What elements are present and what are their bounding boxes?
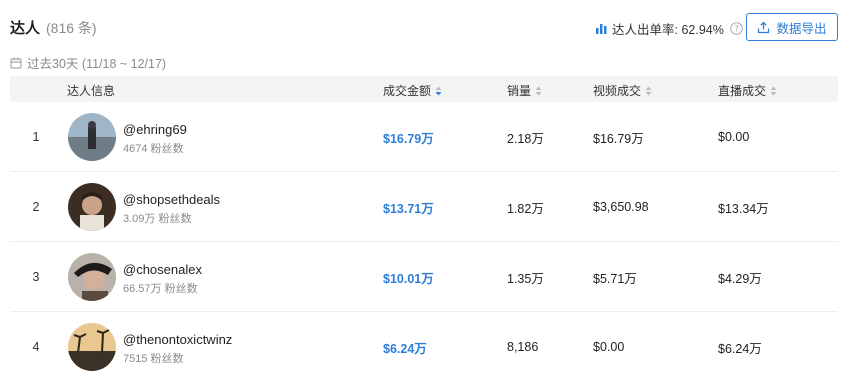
gmv-value: $10.01万: [383, 271, 434, 286]
sort-icon: [435, 86, 442, 95]
live-gmv-value: $6.24万: [718, 341, 762, 356]
row-index: 3: [32, 270, 40, 284]
live-gmv-value: $0.00: [718, 130, 750, 144]
follower-count: 66.57万 粉丝数: [123, 283, 198, 295]
gmv-value: $16.79万: [383, 131, 434, 146]
date-range: 过去30天 (11/18 ~ 12/17): [10, 53, 166, 72]
live-gmv-value: $4.29万: [718, 271, 762, 286]
video-gmv-value: $16.79万: [593, 131, 644, 146]
video-gmv-value: $0.00: [593, 340, 625, 354]
upload-icon: [758, 21, 770, 33]
column-video[interactable]: 视频成交: [593, 82, 652, 99]
creator-name[interactable]: @ehring69: [123, 122, 187, 137]
column-sales[interactable]: 销量: [507, 82, 542, 99]
row-index: 1: [32, 130, 40, 144]
sales-value: 1.82万: [507, 201, 544, 216]
avatar[interactable]: [68, 323, 116, 371]
table-row[interactable]: 1 @ehring69 4674 粉丝数 $16.79万 2.18万 $16.7…: [10, 102, 838, 172]
export-button[interactable]: 数据导出: [746, 13, 838, 41]
column-creator: 达人信息: [67, 84, 116, 98]
video-gmv-value: $5.71万: [593, 271, 637, 286]
order-rate: 达人出单率: 62.94% ?: [596, 19, 748, 38]
svg-text:?: ?: [734, 25, 739, 35]
sort-icon: [535, 86, 542, 95]
result-count: (816 条): [46, 20, 97, 36]
export-button-label: 数据导出: [776, 21, 827, 36]
sort-icon: [770, 86, 777, 95]
sort-icon: [645, 86, 652, 95]
row-index: 2: [32, 200, 40, 214]
column-gmv[interactable]: 成交金额: [383, 82, 442, 99]
creator-name[interactable]: @shopsethdeals: [123, 192, 220, 207]
gmv-value: $6.24万: [383, 341, 427, 356]
date-range-text: 过去30天 (11/18 ~ 12/17): [27, 57, 167, 71]
avatar[interactable]: [68, 113, 116, 161]
follower-count: 7515 粉丝数: [123, 353, 184, 365]
bar-chart-icon: [596, 23, 607, 34]
live-gmv-value: $13.34万: [718, 201, 769, 216]
table-row[interactable]: 4 @thenontoxictwinz 7515 粉丝数 $6.24万 8,18…: [10, 312, 838, 377]
sales-value: 2.18万: [507, 131, 544, 146]
sales-value: 8,186: [507, 340, 539, 354]
creator-name[interactable]: @thenontoxictwinz: [123, 332, 232, 347]
table-row[interactable]: 2 @shopsethdeals 3.09万 粉丝数 $13.71万 1.82万…: [10, 172, 838, 242]
follower-count: 3.09万 粉丝数: [123, 213, 192, 225]
page-title: 达人: [10, 20, 41, 37]
gmv-value: $13.71万: [383, 201, 434, 216]
table-header: 达人信息 成交金额 销量 视频成交 直播成交: [10, 76, 838, 102]
table-row[interactable]: 3 @chosenalex 66.57万 粉丝数 $10.01万 1.35万 $…: [10, 242, 838, 312]
page-header: 达人 (816 条) 达人出单率: 62.94% ? 数据导出: [0, 0, 850, 52]
follower-count: 4674 粉丝数: [123, 143, 184, 155]
video-gmv-value: $3,650.98: [593, 200, 649, 214]
sales-value: 1.35万: [507, 271, 544, 286]
avatar[interactable]: [68, 183, 116, 231]
column-live[interactable]: 直播成交: [718, 82, 777, 99]
avatar[interactable]: [68, 253, 116, 301]
order-rate-text: 达人出单率: 62.94%: [612, 23, 724, 37]
row-index: 4: [32, 340, 40, 354]
calendar-icon: [10, 57, 22, 68]
creator-name[interactable]: @chosenalex: [123, 262, 202, 277]
question-circle-icon[interactable]: ?: [730, 22, 743, 35]
